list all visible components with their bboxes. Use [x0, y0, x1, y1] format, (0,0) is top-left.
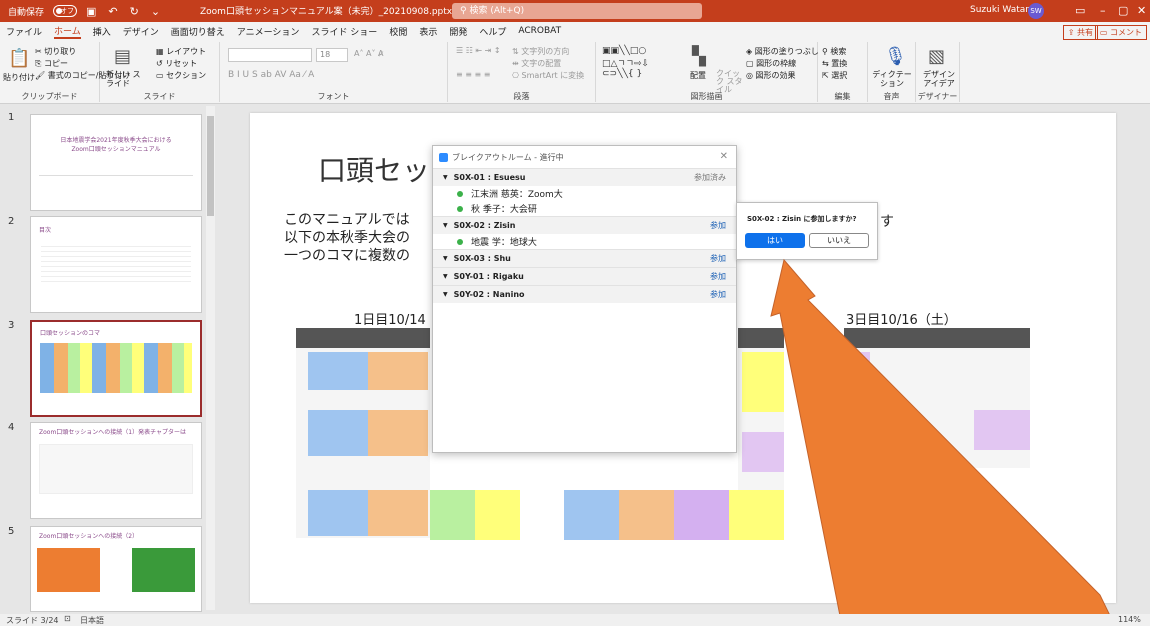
status-bar: スライド 3/24 ⊡ 日本語 114%	[0, 614, 1150, 626]
pointer-arrow-icon	[770, 258, 1116, 626]
zoom-level[interactable]: 114%	[1118, 615, 1141, 624]
accessibility-icon[interactable]: ⊡	[64, 614, 71, 623]
language-status[interactable]: 日本語	[80, 615, 104, 626]
slide-counter: スライド 3/24	[6, 616, 59, 625]
